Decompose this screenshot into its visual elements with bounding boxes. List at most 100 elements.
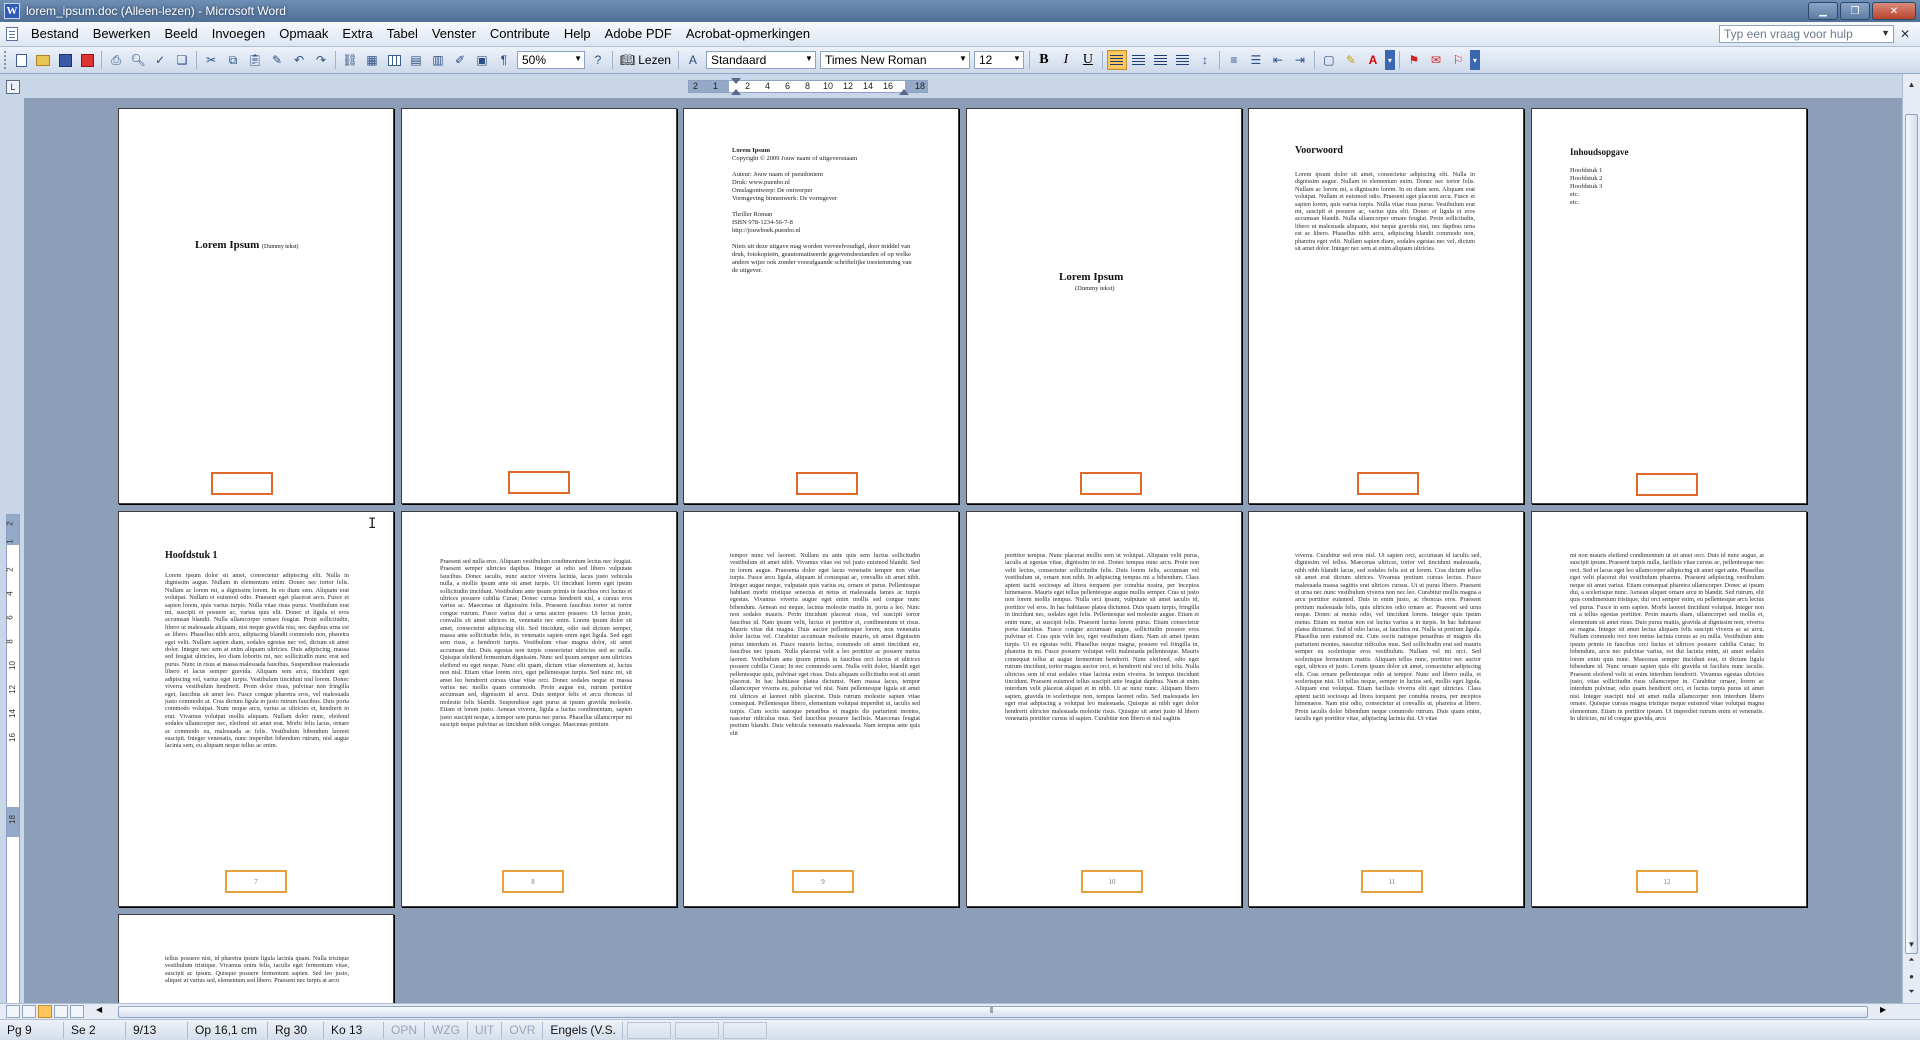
browse-object-icon[interactable]: ●: [1904, 968, 1919, 984]
menu-bestand[interactable]: Bestand: [24, 23, 86, 45]
page-8[interactable]: Praesent sed nulla eros. Aliquam vestibu…: [401, 511, 677, 907]
horizontal-ruler[interactable]: 2 1 2 4 6 8 10 12 14 16 18: [688, 78, 928, 95]
page-13[interactable]: tellus posuere nisi, id pharetra ipsum l…: [118, 914, 394, 1003]
maximize-button[interactable]: ❐: [1840, 2, 1870, 20]
page-7[interactable]: Hoofdstuk 1 Lorem ipsum dolor sit amet, …: [118, 511, 394, 907]
redo-button[interactable]: ↷: [311, 50, 331, 70]
document-icon[interactable]: [6, 27, 18, 41]
vertical-scroll-thumb[interactable]: [1905, 114, 1918, 954]
justify-button[interactable]: [1173, 50, 1193, 70]
menu-bewerken[interactable]: Bewerken: [86, 23, 158, 45]
font-select[interactable]: Times New Roman ▼: [819, 51, 970, 69]
increase-indent-button[interactable]: ⇥: [1290, 50, 1310, 70]
status-spelling-indicator[interactable]: [627, 1021, 672, 1039]
status-overtype[interactable]: OVR: [502, 1021, 544, 1039]
print-layout-view-button[interactable]: [38, 1005, 52, 1018]
scroll-down-icon[interactable]: ▼: [1904, 936, 1919, 952]
menu-opmaak[interactable]: Opmaak: [272, 23, 335, 45]
status-track-changes[interactable]: WZG: [425, 1021, 469, 1039]
research-button[interactable]: ❏: [172, 50, 192, 70]
scroll-left-icon[interactable]: ◀: [96, 1005, 110, 1018]
tab-selector[interactable]: L: [6, 80, 20, 94]
insert-table-button[interactable]: [384, 50, 404, 70]
acrobat-options-button[interactable]: ▾: [1469, 50, 1480, 70]
menu-tabel[interactable]: Tabel: [380, 23, 425, 45]
hyperlink-button[interactable]: ⛓: [340, 50, 360, 70]
bold-button[interactable]: B: [1034, 50, 1054, 70]
status-extend-selection[interactable]: UIT: [468, 1021, 503, 1039]
line-spacing-button[interactable]: ↕: [1195, 50, 1215, 70]
previous-page-icon[interactable]: ⏶: [1904, 952, 1919, 968]
tables-borders-button[interactable]: ▦: [362, 50, 382, 70]
menu-venster[interactable]: Venster: [425, 23, 483, 45]
copy-button[interactable]: ⧉: [223, 50, 243, 70]
right-indent-marker[interactable]: [899, 89, 909, 95]
help-button[interactable]: ?: [588, 50, 608, 70]
hanging-indent-marker[interactable]: [731, 89, 741, 95]
underline-button[interactable]: U: [1078, 50, 1098, 70]
scroll-up-icon[interactable]: ▲: [1904, 76, 1919, 92]
align-right-button[interactable]: [1151, 50, 1171, 70]
reading-layout-view-button[interactable]: [70, 1005, 84, 1018]
print-button[interactable]: ⎙: [106, 50, 126, 70]
page-12[interactable]: mi non mauris eleifend condimentum ut si…: [1531, 511, 1807, 907]
close-button[interactable]: ✕: [1872, 2, 1916, 20]
minimize-button[interactable]: ▁: [1808, 2, 1838, 20]
chevron-down-icon[interactable]: ▼: [1881, 28, 1890, 38]
convert-email-pdf-button[interactable]: ✉: [1426, 50, 1446, 70]
paste-button[interactable]: 📋︎: [245, 50, 265, 70]
page-6[interactable]: Inhoudsopgave Hoofdstuk 1 Hoofdstuk 2 Ho…: [1531, 108, 1807, 504]
page-3[interactable]: Lorem Ipsum Copyright © 2009 Jouw naam o…: [683, 108, 959, 504]
style-select[interactable]: Standaard ▼: [705, 51, 816, 69]
zoom-select[interactable]: 50% ▼: [517, 51, 585, 69]
undo-button[interactable]: ↶: [289, 50, 309, 70]
page-10[interactable]: porttitor tempus. Nunc placerat mollis s…: [966, 511, 1242, 907]
page-1[interactable]: Lorem Ipsum (Dummy tekst): [118, 108, 394, 504]
borders-button[interactable]: ▢: [1319, 50, 1339, 70]
menu-contribute[interactable]: Contribute: [483, 23, 557, 45]
save-button[interactable]: [55, 50, 75, 70]
word-app-icon[interactable]: W: [4, 3, 20, 19]
menu-extra[interactable]: Extra: [335, 23, 379, 45]
horizontal-scrollbar[interactable]: ◀ ⦀ ▶: [0, 1003, 1920, 1019]
menu-acrobat-opmerkingen[interactable]: Acrobat-opmerkingen: [679, 23, 817, 45]
page-5[interactable]: Voorwoord Lorem ipsum dolor sit amet, co…: [1248, 108, 1524, 504]
align-center-button[interactable]: [1129, 50, 1149, 70]
normal-view-button[interactable]: [6, 1005, 20, 1018]
document-map-button[interactable]: ▣: [472, 50, 492, 70]
numbering-button[interactable]: ≡: [1224, 50, 1244, 70]
first-line-indent-marker[interactable]: [731, 78, 741, 84]
toolbar-options-button[interactable]: ▾: [1384, 50, 1395, 70]
page-2[interactable]: [401, 108, 677, 504]
show-hide-button[interactable]: ¶: [494, 50, 514, 70]
drawing-button[interactable]: ✐: [450, 50, 470, 70]
format-painter-button[interactable]: ✎: [267, 50, 287, 70]
decrease-indent-button[interactable]: ⇤: [1268, 50, 1288, 70]
new-document-button[interactable]: [11, 50, 31, 70]
columns-button[interactable]: ▥: [428, 50, 448, 70]
menu-beeld[interactable]: Beeld: [158, 23, 205, 45]
menu-help[interactable]: Help: [557, 23, 598, 45]
highlight-button[interactable]: ✎: [1341, 50, 1361, 70]
web-layout-view-button[interactable]: [22, 1005, 36, 1018]
print-preview-button[interactable]: 🔍︎: [128, 50, 148, 70]
convert-to-pdf-button[interactable]: ⚑: [1404, 50, 1424, 70]
vertical-scrollbar[interactable]: ▲ ▼ ⏶ ● ⏷: [1902, 74, 1920, 1003]
page-9[interactable]: tempor nunc vel laoreet. Nullam eu ante …: [683, 511, 959, 907]
menu-adobe-pdf[interactable]: Adobe PDF: [598, 23, 679, 45]
styles-pane-button[interactable]: A: [683, 50, 703, 70]
insert-excel-button[interactable]: ▤: [406, 50, 426, 70]
help-search-input[interactable]: Typ een vraag voor hulp ▼: [1719, 25, 1894, 43]
close-document-icon[interactable]: ✕: [1900, 27, 1914, 41]
next-page-icon[interactable]: ⏷: [1904, 984, 1919, 1000]
cut-button[interactable]: ✂: [201, 50, 221, 70]
status-record-macro[interactable]: OPN: [384, 1021, 426, 1039]
open-button[interactable]: [33, 50, 53, 70]
align-left-button[interactable]: [1106, 50, 1127, 70]
status-language[interactable]: Engels (V.S.: [543, 1021, 624, 1039]
scroll-right-icon[interactable]: ▶: [1880, 1005, 1894, 1018]
page-11[interactable]: viverra. Curabitur sed eros nisl. Ut sap…: [1248, 511, 1524, 907]
italic-button[interactable]: I: [1056, 50, 1076, 70]
pdf-button[interactable]: [77, 50, 97, 70]
font-size-select[interactable]: 12 ▼: [973, 51, 1024, 69]
